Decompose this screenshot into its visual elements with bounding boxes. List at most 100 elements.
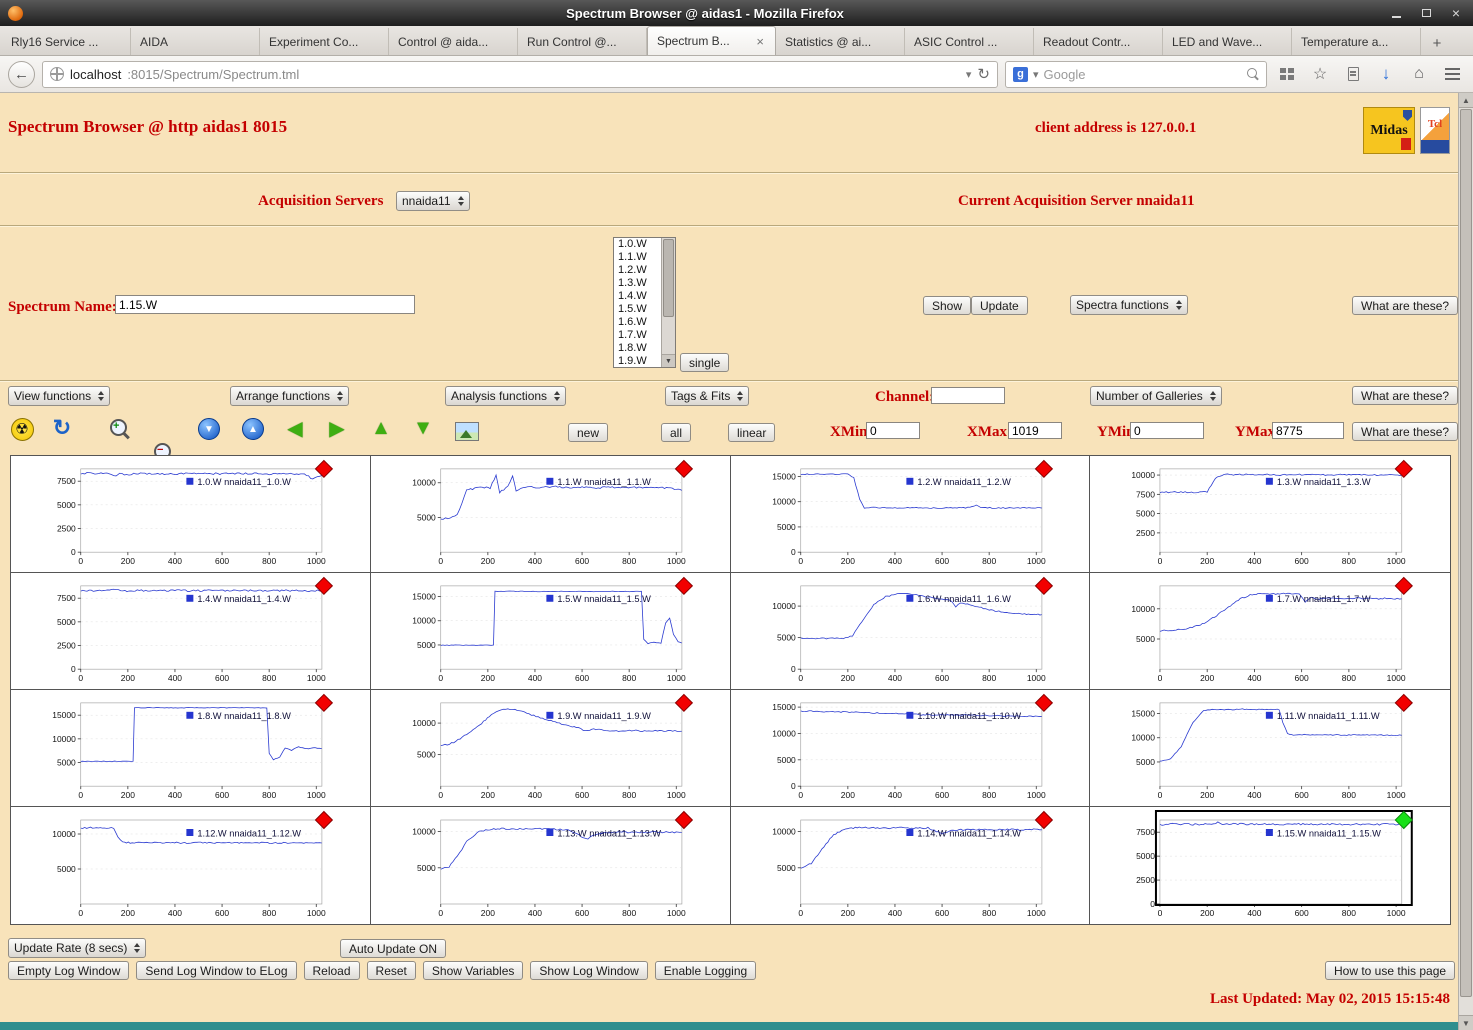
spectrum-chart-1.12.W[interactable]: 500010000020040060080010001.12.W nnaida1… [11, 807, 371, 924]
spectrum-chart-1.7.W[interactable]: 500010000020040060080010001.7.W nnaida11… [1090, 573, 1450, 690]
page-scrollbar[interactable]: ▲ ▼ [1458, 93, 1473, 1030]
new-button[interactable]: new [568, 423, 608, 442]
channel-input[interactable] [931, 387, 1005, 404]
spectrum-chart-1.0.W[interactable]: 0250050007500020040060080010001.0.W nnai… [11, 456, 371, 573]
spectra-functions-select[interactable]: Spectra functions [1070, 295, 1188, 315]
browser-tab[interactable]: Run Control @... [518, 28, 647, 55]
new-tab-button[interactable]: + [1423, 31, 1451, 55]
spectrum-chart-1.1.W[interactable]: 500010000020040060080010001.1.W nnaida11… [371, 456, 731, 573]
scrollbar-thumb[interactable] [1460, 109, 1472, 997]
spectrum-chart-1.8.W[interactable]: 50001000015000020040060080010001.8.W nna… [11, 690, 371, 807]
what-are-these-button-1[interactable]: What are these? [1352, 296, 1458, 315]
arrow-right-icon[interactable]: ▶ [325, 416, 349, 440]
site-identity-icon[interactable] [50, 67, 64, 81]
spectrum-chart-1.11.W[interactable]: 50001000015000020040060080010001.11.W nn… [1090, 690, 1450, 807]
downloads-icon[interactable]: ↓ [1373, 62, 1399, 86]
arrange-functions-select[interactable]: Arrange functions [230, 386, 349, 406]
bookmarks-menu-icon[interactable] [1340, 62, 1366, 86]
list-item[interactable]: 1.0.W [614, 238, 661, 251]
browser-tab[interactable]: AIDA [131, 28, 260, 55]
what-are-these-button-3[interactable]: What are these? [1352, 422, 1458, 441]
auto-update-button[interactable]: Auto Update ON [340, 939, 446, 958]
linear-button[interactable]: linear [728, 423, 775, 442]
browser-tab[interactable]: Statistics @ ai... [776, 28, 905, 55]
what-are-these-button-2[interactable]: What are these? [1352, 386, 1458, 405]
list-item[interactable]: 1.6.W [614, 316, 661, 329]
library-icon[interactable] [1274, 62, 1300, 86]
radioactive-icon[interactable]: ☢ [10, 417, 34, 441]
back-button[interactable]: ← [8, 61, 35, 88]
search-engine-caret-icon[interactable]: ▾ [1033, 68, 1039, 81]
spectrum-chart-1.10.W[interactable]: 050001000015000020040060080010001.10.W n… [731, 690, 1091, 807]
image-icon[interactable] [455, 419, 479, 443]
spectrum-chart-1.13.W[interactable]: 500010000020040060080010001.13.W nnaida1… [371, 807, 731, 924]
spectrum-chart-1.9.W[interactable]: 500010000020040060080010001.9.W nnaida11… [371, 690, 731, 807]
number-of-galleries-select[interactable]: Number of Galleries [1090, 386, 1222, 406]
list-item[interactable]: 1.8.W [614, 342, 661, 355]
bookmark-star-icon[interactable]: ☆ [1307, 62, 1333, 86]
xmin-input[interactable] [866, 422, 920, 439]
refresh-icon[interactable]: ↻ [50, 416, 74, 440]
zoom-in-icon[interactable]: + [108, 417, 132, 441]
spectrum-listbox[interactable]: 1.0.W1.1.W1.2.W1.3.W1.4.W1.5.W1.6.W1.7.W… [613, 237, 676, 368]
list-item[interactable]: 1.7.W [614, 329, 661, 342]
arrow-left-icon[interactable]: ◀ [283, 416, 307, 440]
spectrum-chart-1.2.W[interactable]: 050001000015000020040060080010001.2.W nn… [731, 456, 1091, 573]
browser-tab[interactable]: Control @ aida... [389, 28, 518, 55]
url-dropdown-icon[interactable]: ▾ [966, 68, 972, 81]
update-button[interactable]: Update [971, 296, 1028, 315]
view-functions-select[interactable]: View functions [8, 386, 110, 406]
listbox-scrollbar[interactable]: ▼ [661, 238, 675, 367]
list-item[interactable]: 1.2.W [614, 264, 661, 277]
show-variables-button[interactable]: Show Variables [423, 961, 524, 980]
ymin-input[interactable] [1130, 422, 1204, 439]
list-item[interactable]: 1.9.W [614, 355, 661, 367]
minimize-button[interactable] [1387, 5, 1405, 21]
list-item[interactable]: 1.3.W [614, 277, 661, 290]
reload-icon[interactable]: ↻ [977, 65, 990, 83]
browser-tab[interactable]: Spectrum B...× [647, 26, 776, 55]
search-icon[interactable] [1247, 68, 1259, 80]
how-to-use-button[interactable]: How to use this page [1325, 961, 1455, 980]
browser-tab[interactable]: ASIC Control ... [905, 28, 1034, 55]
home-icon[interactable]: ⌂ [1406, 62, 1432, 86]
scroll-down-icon[interactable]: ▼ [662, 354, 675, 367]
arrow-down-icon[interactable]: ▼ [411, 416, 435, 440]
ymax-input[interactable] [1272, 422, 1344, 439]
browser-tab[interactable]: LED and Wave... [1163, 28, 1292, 55]
list-item[interactable]: 1.1.W [614, 251, 661, 264]
search-bar[interactable]: g ▾ Google [1005, 61, 1267, 88]
reload-button[interactable]: Reload [304, 961, 360, 980]
analysis-functions-select[interactable]: Analysis functions [445, 386, 566, 406]
send-log-window-to-elog-button[interactable]: Send Log Window to ELog [136, 961, 296, 980]
browser-tab[interactable]: Rly16 Service ... [2, 28, 131, 55]
spectrum-chart-1.3.W[interactable]: 25005000750010000020040060080010001.3.W … [1090, 456, 1450, 573]
close-button[interactable]: × [1447, 5, 1465, 21]
listbox-scrollbar-thumb[interactable] [663, 239, 674, 317]
empty-log-window-button[interactable]: Empty Log Window [8, 961, 129, 980]
arrow-up-icon[interactable]: ▲ [369, 416, 393, 440]
show-log-window-button[interactable]: Show Log Window [530, 961, 647, 980]
url-bar[interactable]: localhost :8015/Spectrum/Spectrum.tml ▾ … [42, 61, 998, 88]
scroll-up-icon[interactable]: ▲ [1459, 93, 1473, 108]
blue-down-circle-icon[interactable]: ▼ [197, 417, 221, 441]
browser-tab[interactable]: Temperature a... [1292, 28, 1421, 55]
scroll-down-icon[interactable]: ▼ [1459, 1015, 1473, 1030]
single-button[interactable]: single [680, 353, 729, 372]
browser-tab[interactable]: Experiment Co... [260, 28, 389, 55]
spectrum-chart-1.5.W[interactable]: 50001000015000020040060080010001.5.W nna… [371, 573, 731, 690]
spectrum-chart-1.4.W[interactable]: 0250050007500020040060080010001.4.W nnai… [11, 573, 371, 690]
list-item[interactable]: 1.5.W [614, 303, 661, 316]
menu-icon[interactable] [1439, 62, 1465, 86]
list-item[interactable]: 1.4.W [614, 290, 661, 303]
all-button[interactable]: all [661, 423, 691, 442]
blue-up-circle-icon[interactable]: ▲ [241, 417, 265, 441]
spectrum-chart-1.15.W[interactable]: 0250050007500020040060080010001.15.W nna… [1090, 807, 1450, 924]
xmax-input[interactable] [1008, 422, 1062, 439]
show-button[interactable]: Show [923, 296, 971, 315]
reset-button[interactable]: Reset [367, 961, 416, 980]
spectrum-chart-1.6.W[interactable]: 0500010000020040060080010001.6.W nnaida1… [731, 573, 1091, 690]
window-titlebar[interactable]: Spectrum Browser @ aidas1 - Mozilla Fire… [0, 0, 1473, 26]
tags-fits-select[interactable]: Tags & Fits [665, 386, 749, 406]
spectrum-chart-1.14.W[interactable]: 500010000020040060080010001.14.W nnaida1… [731, 807, 1091, 924]
